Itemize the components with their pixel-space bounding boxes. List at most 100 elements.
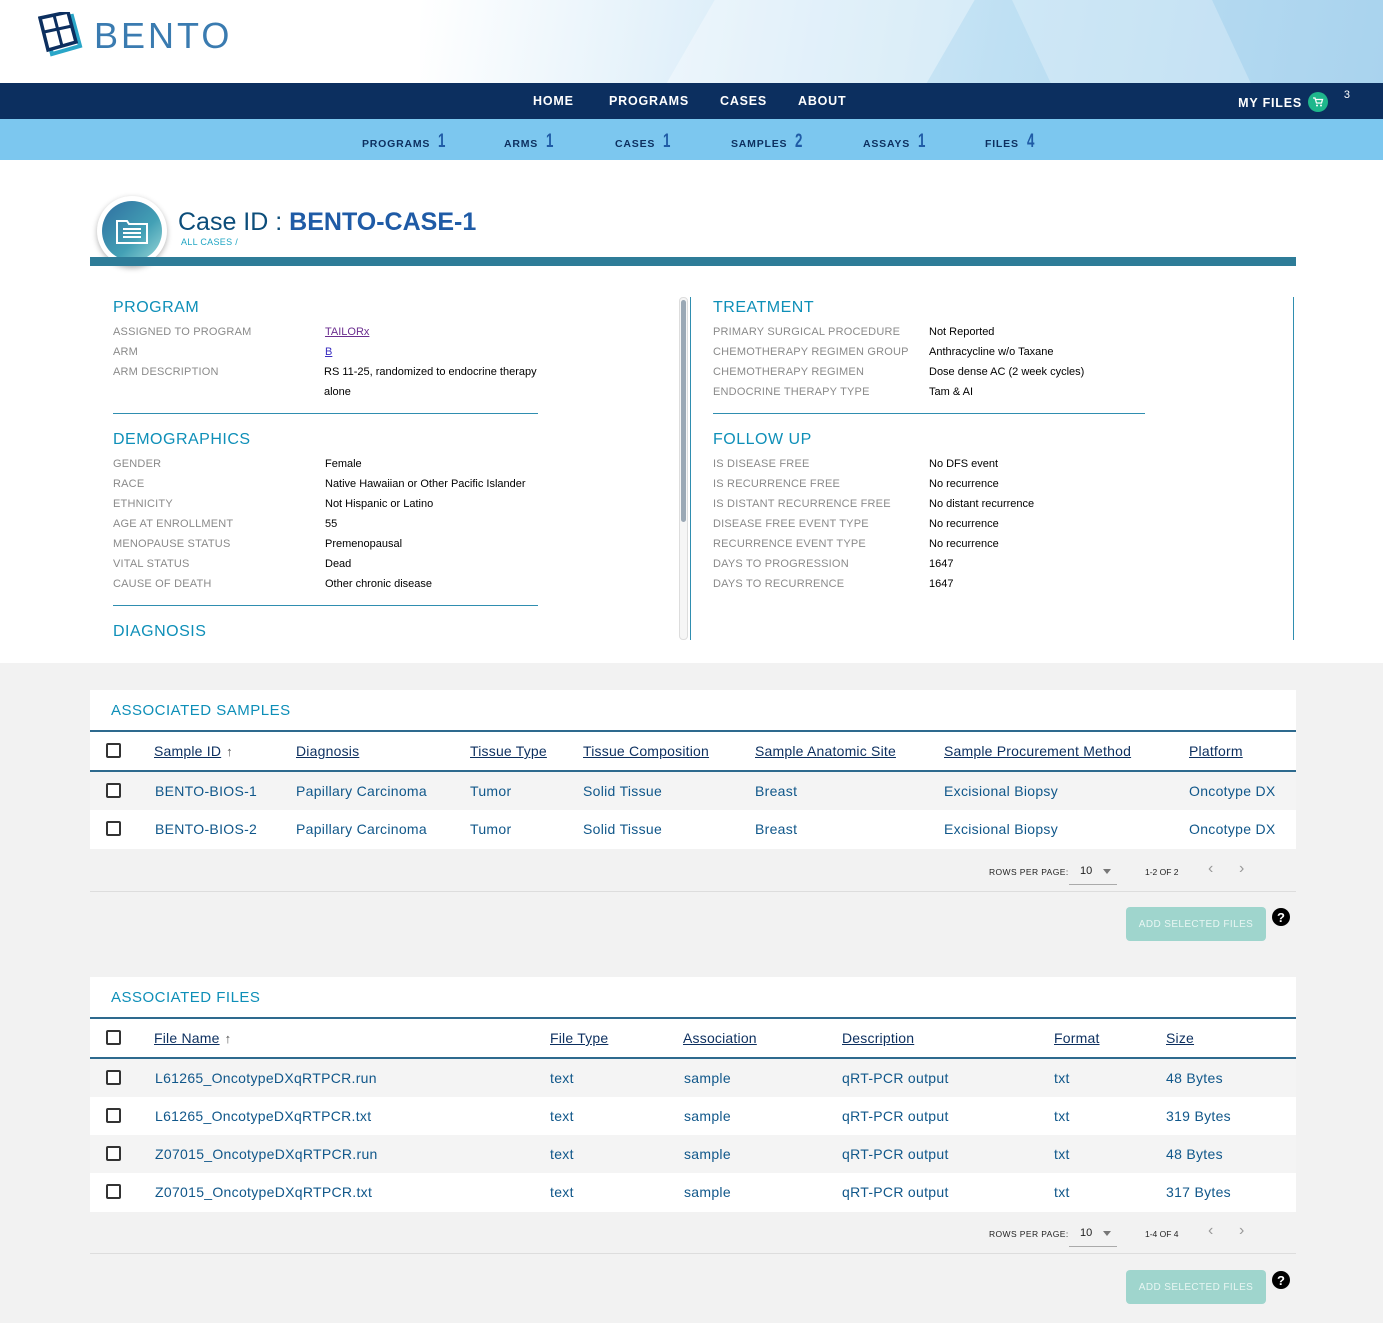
breadcrumb[interactable]: ALL CASES / — [181, 237, 238, 247]
rows-per-page-select[interactable]: 10 — [1069, 857, 1117, 885]
program-link[interactable]: TAILORx — [325, 322, 369, 342]
column-header[interactable]: File Type — [550, 1030, 608, 1046]
table-cell: 317 Bytes — [1166, 1184, 1231, 1200]
detail-row: ETHNICITY Not Hispanic or Latino — [113, 494, 538, 514]
rows-per-page-select[interactable]: 10 — [1069, 1219, 1117, 1247]
nav-programs[interactable]: PROGRAMS — [609, 94, 689, 108]
table-cell: sample — [684, 1146, 731, 1162]
table-cell: sample — [684, 1184, 731, 1200]
stat-label: PROGRAMS — [362, 138, 431, 150]
row-checkbox[interactable] — [106, 783, 121, 798]
column-header[interactable]: Tissue Type — [470, 743, 547, 759]
stat-value: 1 — [546, 131, 554, 152]
detail-key: RACE — [113, 478, 145, 490]
column-header[interactable]: Association — [683, 1030, 757, 1046]
detail-value: Other chronic disease — [325, 578, 432, 590]
detail-value: Dose dense AC (2 week cycles) — [929, 366, 1085, 378]
file-name-cell: Z07015_OncotypeDXqRTPCR.txt — [155, 1184, 373, 1200]
detail-key: ARM DESCRIPTION — [113, 366, 219, 378]
file-name-cell: L61265_OncotypeDXqRTPCR.run — [155, 1070, 377, 1086]
file-name-cell: L61265_OncotypeDXqRTPCR.txt — [155, 1108, 372, 1124]
column-header[interactable]: File Name ↑ — [154, 1030, 231, 1046]
case-detail-section: Case ID : BENTO-CASE-1 ALL CASES / PROGR… — [0, 160, 1383, 663]
right-detail-column: TREATMENT PRIMARY SURGICAL PROCEDURE Not … — [713, 299, 1145, 594]
chevron-down-icon — [1103, 869, 1111, 874]
title-underline — [90, 257, 1296, 266]
main-nav: HOME PROGRAMS CASES ABOUT MY FILES 3 — [0, 83, 1383, 119]
stat-programs: PROGRAMS 1 — [362, 131, 449, 153]
stats-bar: PROGRAMS 1 ARMS 1 CASES 1 SAMPLES 2 ASSA… — [0, 119, 1383, 160]
samples-panel-title: ASSOCIATED SAMPLES — [111, 702, 291, 719]
stat-label: CASES — [615, 138, 656, 150]
detail-key: CAUSE OF DEATH — [113, 578, 212, 590]
detail-value: Native Hawaiian or Other Pacific Islande… — [325, 478, 526, 490]
row-checkbox[interactable] — [106, 1184, 121, 1199]
column-header[interactable]: Size — [1166, 1030, 1194, 1046]
detail-key: IS RECURRENCE FREE — [713, 478, 841, 490]
arm-link[interactable]: B — [325, 342, 332, 362]
column-header[interactable]: Sample Anatomic Site — [755, 743, 896, 759]
add-selected-files-button[interactable]: ADD SELECTED FILES — [1126, 1270, 1266, 1304]
follow-up-section-title: FOLLOW UP — [713, 431, 812, 448]
table-cell: text — [550, 1184, 574, 1200]
row-checkbox[interactable] — [106, 1070, 121, 1085]
detail-row: ASSIGNED TO PROGRAM TAILORx — [113, 322, 538, 342]
select-all-checkbox[interactable] — [106, 743, 121, 758]
detail-row: ARM B — [113, 342, 538, 362]
prev-page-icon[interactable]: ‹ — [1208, 1222, 1213, 1240]
stat-value: 2 — [795, 131, 803, 152]
stat-arms: ARMS 1 — [504, 131, 557, 153]
sample-id-link[interactable]: BENTO-BIOS-2 — [155, 821, 257, 837]
cart-icon — [1308, 92, 1328, 112]
detail-key: PRIMARY SURGICAL PROCEDURE — [713, 326, 901, 338]
row-checkbox[interactable] — [106, 1108, 121, 1123]
row-checkbox[interactable] — [106, 1146, 121, 1161]
select-all-checkbox[interactable] — [106, 1030, 121, 1045]
column-header[interactable]: Tissue Composition — [583, 743, 709, 759]
detail-row: CHEMOTHERAPY REGIMEN Dose dense AC (2 wee… — [713, 362, 1145, 382]
next-page-icon[interactable]: › — [1239, 860, 1244, 878]
brand-name: BENTO — [94, 15, 233, 56]
bento-logo[interactable]: BENTO — [38, 12, 232, 60]
diagnosis-section-title: DIAGNOSIS — [113, 623, 207, 640]
prev-page-icon[interactable]: ‹ — [1208, 860, 1213, 878]
files-pagination: ROWS PER PAGE: 10 1-4 OF 4 ‹ › — [90, 1212, 1296, 1254]
rows-per-page-label: ROWS PER PAGE: — [989, 1229, 1069, 1239]
file-name-cell: Z07015_OncotypeDXqRTPCR.run — [155, 1146, 378, 1162]
column-header[interactable]: Description — [842, 1030, 914, 1046]
column-header[interactable]: Sample Procurement Method — [944, 743, 1131, 759]
detail-key: GENDER — [113, 458, 162, 470]
add-selected-files-button[interactable]: ADD SELECTED FILES — [1126, 907, 1266, 941]
nav-cases[interactable]: CASES — [720, 94, 767, 108]
column-header[interactable]: Format — [1054, 1030, 1100, 1046]
scrollbar-thumb[interactable] — [681, 300, 686, 522]
column-header[interactable]: Sample ID ↑ — [154, 743, 233, 759]
help-icon[interactable]: ? — [1272, 908, 1290, 926]
detail-scrollbar[interactable] — [679, 297, 688, 640]
help-icon[interactable]: ? — [1272, 1271, 1290, 1289]
nav-home[interactable]: HOME — [533, 94, 574, 108]
detail-value: Not Hispanic or Latino — [325, 498, 434, 510]
cart-count-badge: 3 — [1343, 89, 1350, 101]
my-files-label: MY FILES — [1238, 96, 1302, 110]
detail-key: CHEMOTHERAPY REGIMEN GROUP — [713, 346, 909, 358]
detail-row: ARM DESCRIPTION RS 11-25, randomized to … — [113, 362, 538, 402]
detail-row: CAUSE OF DEATH Other chronic disease — [113, 574, 538, 594]
row-checkbox[interactable] — [106, 821, 121, 836]
detail-value: No recurrence — [929, 538, 999, 550]
column-header[interactable]: Diagnosis — [296, 743, 359, 759]
detail-value: RS 11-25, randomized to endocrine therap… — [324, 366, 537, 398]
detail-row: DAYS TO RECURRENCE 1647 — [713, 574, 1145, 594]
table-cell: sample — [684, 1070, 731, 1086]
table-cell: sample — [684, 1108, 731, 1124]
my-files-link[interactable]: MY FILES — [1238, 92, 1328, 112]
table-cell: qRT-PCR output — [842, 1108, 949, 1124]
table-cell: txt — [1054, 1108, 1070, 1124]
sample-id-link[interactable]: BENTO-BIOS-1 — [155, 783, 257, 799]
table-cell: text — [550, 1108, 574, 1124]
nav-about[interactable]: ABOUT — [798, 94, 846, 108]
next-page-icon[interactable]: › — [1239, 1222, 1244, 1240]
column-header[interactable]: Platform — [1189, 743, 1243, 759]
rows-per-page-label: ROWS PER PAGE: — [989, 867, 1069, 877]
detail-row: IS DISTANT RECURRENCE FREE No distant rec… — [713, 494, 1145, 514]
